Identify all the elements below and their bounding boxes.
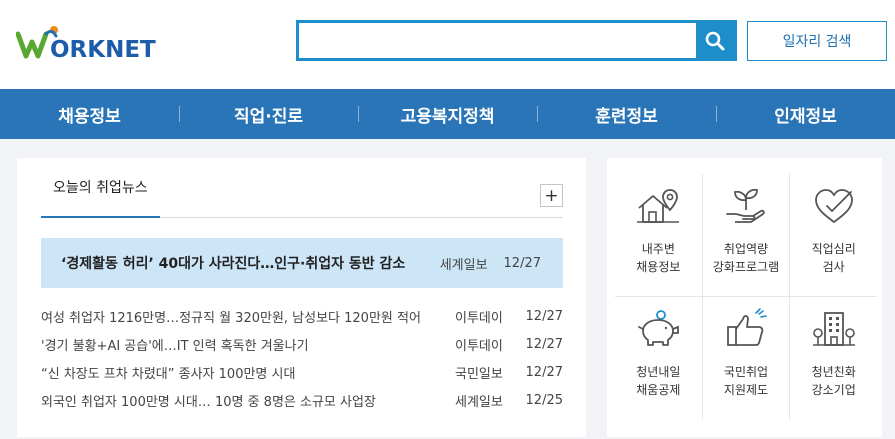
- nav-item-recruitment[interactable]: 채용정보: [0, 102, 179, 127]
- service-youth-savings[interactable]: 청년내일 채움공제: [615, 297, 702, 420]
- news-item-date: 12/27: [525, 336, 563, 352]
- svg-text:ORKNET: ORKNET: [50, 37, 156, 63]
- tab-today-news[interactable]: 오늘의 취업뉴스: [41, 158, 160, 218]
- nav-item-training[interactable]: 훈련정보: [537, 102, 716, 127]
- news-item-date: 12/27: [525, 308, 563, 324]
- piggy-bank-icon: [638, 310, 680, 346]
- service-national-employment-support[interactable]: 국민취업 지원제도: [701, 297, 790, 420]
- news-item-source: 이투데이: [455, 338, 503, 354]
- thumbs-up-icon: [727, 308, 767, 346]
- more-news-button[interactable]: +: [540, 184, 563, 207]
- house-location-icon: [637, 189, 680, 223]
- services-panel: 내주변 채용정보 취업역량 강화프로그램 직업심리 검사 청년내일 채움공제 국…: [607, 158, 882, 437]
- news-item-title: “신 차장도 프차 차렸대” 종사자 100만명 시대: [41, 366, 296, 382]
- featured-news-title: ‘경제활동 허리’ 40대가 사라진다…인구·취업자 동반 감소: [61, 256, 406, 272]
- service-youth-friendly-companies[interactable]: 청년친화 강소기업: [789, 297, 877, 420]
- news-panel: 오늘의 취업뉴스 + ‘경제활동 허리’ 40대가 사라진다…인구·취업자 동반…: [17, 158, 586, 437]
- nav-item-career[interactable]: 직업·진로: [179, 102, 358, 127]
- news-header: 오늘의 취업뉴스 +: [41, 158, 563, 218]
- service-nearby-jobs[interactable]: 내주변 채용정보: [615, 174, 702, 296]
- job-search-button[interactable]: 일자리 검색: [747, 21, 887, 61]
- search-button[interactable]: [696, 23, 734, 58]
- news-item[interactable]: 외국인 취업자 100만명 시대… 10명 중 8명은 소규모 사업장 세계일보…: [41, 386, 563, 414]
- services-grid: 내주변 채용정보 취업역량 강화프로그램 직업심리 검사 청년내일 채움공제 국…: [615, 174, 877, 420]
- worknet-logo[interactable]: ORKNET: [15, 24, 176, 64]
- nav-item-talent[interactable]: 인재정보: [716, 102, 895, 127]
- nav-item-welfare-policy[interactable]: 고용복지정책: [358, 102, 537, 127]
- news-item[interactable]: '경기 불황+AI 공습'에…IT 인력 혹독한 겨울나기 이투데이 12/27: [41, 330, 563, 358]
- news-item[interactable]: 여성 취업자 1216만명…정규직 월 320만원, 남성보다 120만원 적어…: [41, 302, 563, 330]
- service-label: 국민취업 지원제도: [723, 365, 769, 397]
- service-psych-test[interactable]: 직업심리 검사: [789, 174, 877, 296]
- news-list: 여성 취업자 1216만명…정규직 월 320만원, 남성보다 120만원 적어…: [41, 302, 563, 414]
- news-item[interactable]: “신 차장도 프차 차렸대” 종사자 100만명 시대 국민일보 12/27: [41, 358, 563, 386]
- service-label: 취업역량 강화프로그램: [712, 242, 780, 274]
- news-item-title: 외국인 취업자 100만명 시대… 10명 중 8명은 소규모 사업장: [41, 394, 376, 410]
- service-label: 직업심리 검사: [811, 242, 856, 274]
- news-item-source: 국민일보: [455, 366, 503, 382]
- featured-news-source: 세계일보: [439, 257, 488, 273]
- featured-news[interactable]: ‘경제활동 허리’ 40대가 사라진다…인구·취업자 동반 감소 세계일보 12…: [41, 238, 563, 288]
- services-row: 내주변 채용정보 취업역량 강화프로그램 직업심리 검사: [615, 174, 877, 296]
- building-icon: [812, 312, 855, 346]
- news-item-date: 12/27: [525, 364, 563, 380]
- news-item-title: '경기 불황+AI 공습'에…IT 인력 혹독한 겨울나기: [41, 338, 309, 354]
- service-label: 청년친화 강소기업: [811, 365, 856, 397]
- search-box: [296, 20, 737, 61]
- news-item-date: 12/25: [525, 392, 563, 408]
- search-icon: [705, 31, 725, 50]
- news-item-source: 이투데이: [455, 310, 503, 326]
- hand-sprout-icon: [726, 188, 765, 223]
- services-row: 청년내일 채움공제 국민취업 지원제도 청년친화 강소기업: [615, 296, 877, 420]
- featured-news-date: 12/27: [503, 255, 541, 271]
- service-label: 내주변 채용정보: [636, 242, 681, 274]
- search-input[interactable]: [299, 23, 697, 58]
- service-label: 청년내일 채움공제: [636, 365, 681, 397]
- news-item-title: 여성 취업자 1216만명…정규직 월 320만원, 남성보다 120만원 적어: [41, 310, 421, 326]
- main-nav: 채용정보 직업·진로 고용복지정책 훈련정보 인재정보: [0, 89, 895, 139]
- news-item-source: 세계일보: [455, 394, 503, 410]
- heart-pen-icon: [814, 189, 853, 224]
- service-employment-program[interactable]: 취업역량 강화프로그램: [701, 174, 790, 296]
- header: ORKNET 일자리 검색: [0, 0, 895, 89]
